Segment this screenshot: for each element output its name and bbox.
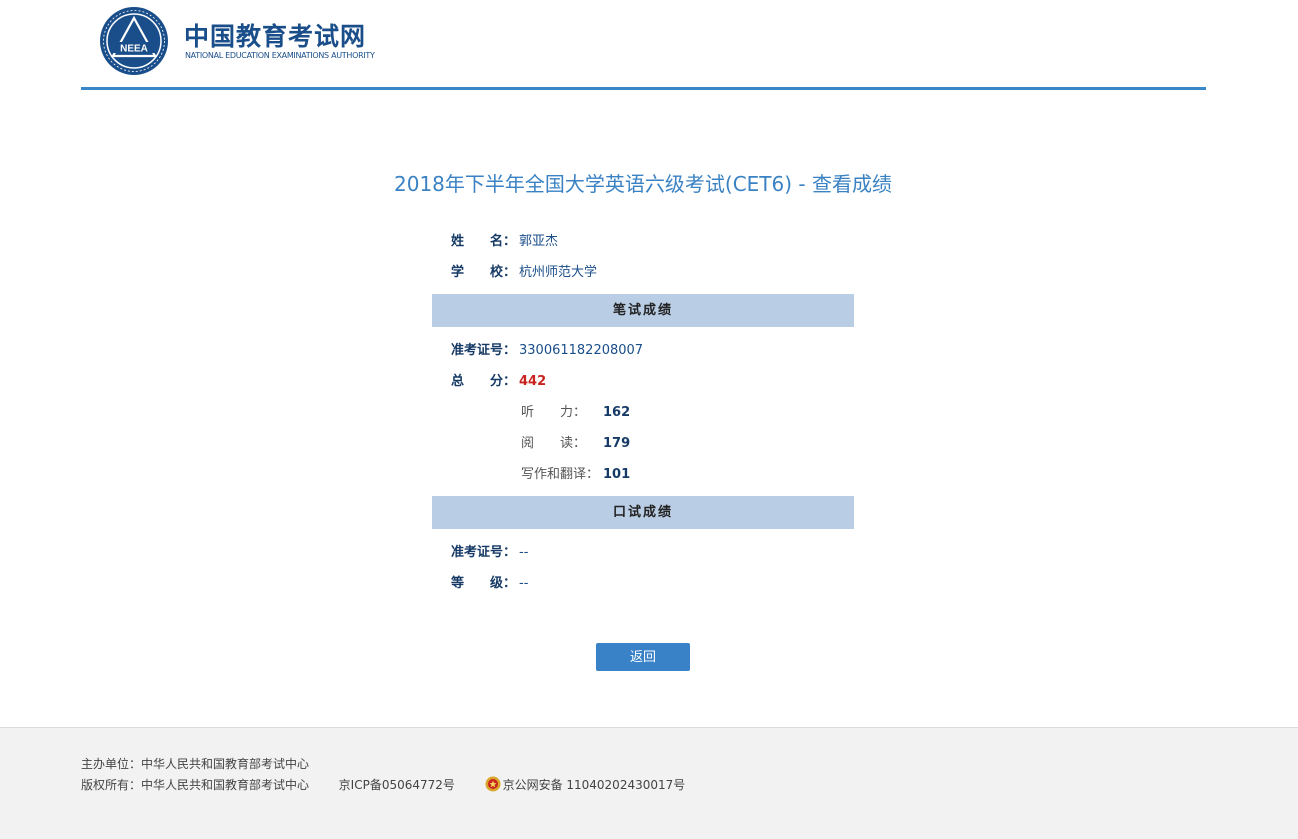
oral-section-header: 口试成绩	[432, 496, 854, 529]
header-divider	[81, 87, 1206, 90]
reading-row: 阅 读： 179	[521, 434, 630, 454]
footer-copyright-line: 版权所有：中华人民共和国教育部考试中心 京ICP备05064772号 京公网安备…	[81, 776, 685, 793]
school-row: 学 校： 杭州师范大学	[451, 263, 597, 283]
total-score-value: 442	[519, 374, 547, 389]
oral-ticket-value: --	[519, 545, 529, 560]
listening-label: 听 力：	[521, 405, 587, 420]
site-footer: 主办单位：中华人民共和国教育部考试中心 版权所有：中华人民共和国教育部考试中心 …	[0, 727, 1298, 839]
name-label: 姓 名：	[451, 234, 517, 249]
oral-level-value: --	[519, 576, 529, 591]
writing-translation-row: 写作和翻译： 101	[521, 465, 630, 485]
name-value: 郭亚杰	[519, 234, 559, 249]
police-badge-icon	[485, 776, 501, 792]
school-value: 杭州师范大学	[519, 265, 598, 280]
site-header: NEEA 中国教育考试网 NATIONAL EDUCATION EXAMINAT…	[81, 0, 1206, 90]
page-title: 2018年下半年全国大学英语六级考试(CET6) - 查看成绩	[394, 172, 892, 196]
oral-level-label: 等 级：	[451, 576, 517, 591]
footer-sponsor: 主办单位：中华人民共和国教育部考试中心	[81, 757, 310, 771]
oral-ticket-label: 准考证号：	[451, 545, 517, 560]
svg-text:NEEA: NEEA	[120, 44, 148, 55]
listening-row: 听 力： 162	[521, 403, 630, 423]
reading-label: 阅 读：	[521, 436, 587, 451]
oral-level-row: 等 级： --	[451, 574, 528, 594]
total-score-row: 总 分： 442	[451, 372, 546, 392]
writing-translation-label: 写作和翻译：	[521, 467, 600, 482]
written-section-header: 笔试成绩	[432, 294, 854, 327]
logo-english-title: NATIONAL EDUCATION EXAMINATIONS AUTHORIT…	[185, 51, 375, 60]
written-ticket-value: 330061182208007	[519, 343, 644, 358]
total-score-label: 总 分：	[451, 374, 517, 389]
name-row: 姓 名： 郭亚杰	[451, 232, 558, 252]
neea-logo-icon[interactable]: NEEA	[99, 6, 169, 76]
school-label: 学 校：	[451, 265, 517, 280]
back-button[interactable]: 返回	[596, 643, 690, 671]
footer-icp-link[interactable]: 京ICP备05064772号	[339, 778, 455, 792]
oral-ticket-row: 准考证号： --	[451, 543, 528, 563]
footer-police-link[interactable]: 京公网安备 11040202430017号	[503, 778, 686, 792]
written-ticket-label: 准考证号：	[451, 343, 517, 358]
logo-chinese-title[interactable]: 中国教育考试网	[184, 17, 366, 53]
listening-value: 162	[603, 405, 631, 420]
written-ticket-row: 准考证号： 330061182208007	[451, 341, 643, 361]
reading-value: 179	[603, 436, 631, 451]
footer-copyright: 版权所有：中华人民共和国教育部考试中心	[81, 778, 310, 792]
writing-translation-value: 101	[603, 467, 631, 482]
